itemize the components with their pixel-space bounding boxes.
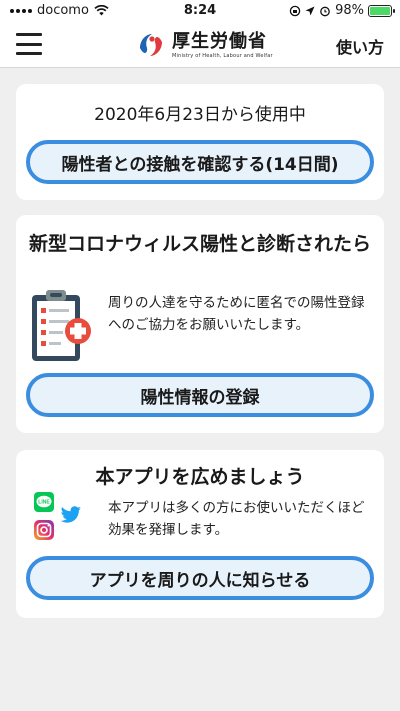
logo-text: 厚生労働省 [172, 30, 267, 52]
share-description: 本アプリは多くの方にお使いいただくほど効果を発揮します。 [108, 500, 365, 538]
share-app-button[interactable]: アプリを周りの人に知らせる [26, 556, 374, 600]
line-icon: LINE [34, 492, 54, 512]
check-contact-button[interactable]: 陽性者との接触を確認する(14日間) [26, 140, 374, 184]
how-to-use-link[interactable]: 使い方 [336, 34, 384, 58]
contact-check-card: 2020年6月23日から使用中 陽性者との接触を確認する(14日間) [16, 84, 384, 200]
positive-register-card: 新型コロナウィルス陽性と診断されたら 周りの人達を守るために匿名での陽性登録への… [16, 215, 384, 433]
logo-subtext: Ministry of Health, Labour and Welfar [172, 52, 273, 59]
card-title: 本アプリを広めましょう [95, 466, 305, 488]
hamburger-menu-icon[interactable] [16, 33, 42, 55]
battery-icon [368, 4, 395, 17]
nav-bar: 厚生労働省 Ministry of Health, Labour and Wel… [0, 22, 400, 68]
location-icon [305, 6, 315, 15]
ministry-logo: 厚生労働省 Ministry of Health, Labour and Wel… [134, 28, 273, 62]
card-title: 新型コロナウィルス陽性と診断されたら [28, 233, 371, 255]
register-description: 周りの人達を守るために匿名での陽性登録へのご協力をお願いいたします。 [108, 295, 365, 333]
instagram-icon [34, 520, 54, 540]
line-icon-label: LINE [38, 500, 50, 506]
status-bar: docomo 8:24 98% [0, 0, 400, 22]
alarm-icon [320, 6, 330, 16]
usage-since-text: 2020年6月23日から使用中 [94, 105, 306, 125]
screen-lock-icon [289, 5, 301, 16]
register-positive-button[interactable]: 陽性情報の登録 [26, 373, 374, 417]
ministry-logo-icon [136, 30, 166, 60]
share-app-card: 本アプリを広めましょう LINE 本アプリは多くの方にお使いいただくほど効果を発… [16, 450, 384, 618]
medical-clipboard-icon [32, 290, 91, 361]
status-right: 98% [289, 3, 395, 18]
twitter-icon [60, 506, 81, 523]
battery-percent: 98% [335, 3, 364, 18]
social-icons: LINE [34, 492, 88, 544]
